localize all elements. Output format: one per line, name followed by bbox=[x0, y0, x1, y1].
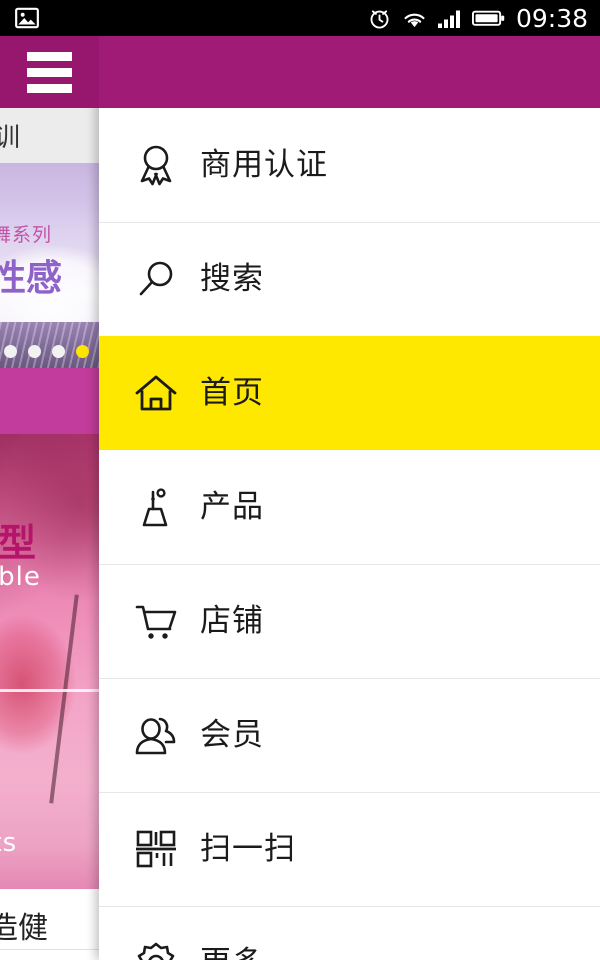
navigation-drawer: 商用认证 搜索 首页 产品 店铺 会员 扫一扫 bbox=[99, 36, 600, 960]
battery-icon bbox=[471, 7, 505, 29]
menu-item-label: 搜索 bbox=[200, 260, 264, 297]
banner-one-line-1: 漫花舞系列 bbox=[0, 224, 53, 246]
status-bar-clock: 09:38 bbox=[515, 3, 588, 33]
menu-item-home[interactable]: 首页 bbox=[99, 336, 600, 450]
banner-two-strap bbox=[49, 594, 79, 804]
background-footer-text: 打造健 bbox=[0, 911, 48, 946]
menu-item-commercial-certification[interactable]: 商用认证 bbox=[99, 108, 600, 222]
status-bar: 09:38 bbox=[0, 0, 600, 36]
image-icon bbox=[14, 5, 40, 31]
shopping-cart-icon bbox=[126, 597, 186, 645]
banner-one-line-2: 更性感 bbox=[0, 258, 63, 299]
hamburger-menu-button[interactable] bbox=[0, 36, 99, 108]
phone-screen: 营培训 漫花舞系列 更性感 则 ↞ 塑型 table 裤 nts bbox=[0, 0, 600, 960]
menu-item-label: 首页 bbox=[200, 374, 264, 411]
alarm-clock-icon bbox=[367, 6, 392, 31]
menu-item-scan[interactable]: 扫一扫 bbox=[99, 792, 600, 906]
drawer-header bbox=[99, 36, 600, 108]
carousel-dots[interactable] bbox=[4, 345, 89, 358]
home-icon bbox=[126, 369, 186, 417]
menu-item-label: 商用认证 bbox=[200, 146, 328, 183]
magnifier-icon bbox=[126, 255, 186, 303]
wifi-icon bbox=[401, 6, 428, 31]
users-icon bbox=[126, 711, 186, 759]
menu-item-label: 店铺 bbox=[200, 602, 264, 639]
carousel-dot[interactable] bbox=[4, 345, 17, 358]
menu-item-store[interactable]: 店铺 bbox=[99, 564, 600, 678]
carousel-dot[interactable] bbox=[52, 345, 65, 358]
menu-item-products[interactable]: 产品 bbox=[99, 450, 600, 564]
flask-icon bbox=[126, 483, 186, 531]
banner-two-line-1: 塑型 bbox=[0, 521, 37, 565]
background-subbar-text: 营培训 bbox=[0, 123, 21, 153]
menu-item-search[interactable]: 搜索 bbox=[99, 222, 600, 336]
status-bar-notifications bbox=[0, 5, 40, 31]
banner-two-rule bbox=[0, 689, 100, 692]
award-ribbon-icon bbox=[126, 141, 186, 189]
drawer-menu-list: 商用认证 搜索 首页 产品 店铺 会员 扫一扫 bbox=[99, 108, 600, 960]
banner-two-line-4: nts bbox=[0, 828, 18, 858]
menu-item-label: 产品 bbox=[200, 488, 264, 525]
menu-item-more[interactable]: 更多 bbox=[99, 906, 600, 960]
gear-icon bbox=[126, 939, 186, 960]
carousel-dot-active[interactable] bbox=[76, 345, 89, 358]
menu-item-label: 更多 bbox=[200, 947, 264, 960]
status-bar-system-icons: 09:38 bbox=[367, 6, 600, 31]
hamburger-icon-bar bbox=[27, 83, 72, 93]
menu-item-label: 会员 bbox=[200, 716, 264, 753]
menu-item-label: 扫一扫 bbox=[200, 830, 296, 867]
banner-two-line-2: table bbox=[0, 562, 41, 592]
qr-scan-icon bbox=[126, 825, 186, 873]
hamburger-icon-bar bbox=[27, 67, 72, 77]
signal-bars-icon bbox=[437, 6, 463, 31]
menu-item-member[interactable]: 会员 bbox=[99, 678, 600, 792]
carousel-dot[interactable] bbox=[28, 345, 41, 358]
hamburger-icon-bar bbox=[27, 51, 72, 61]
